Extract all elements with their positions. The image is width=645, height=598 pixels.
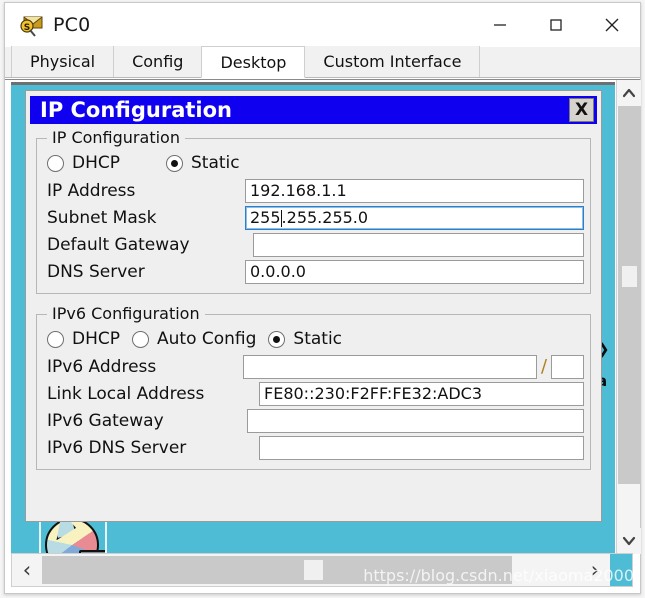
scroll-right-arrow-icon[interactable]: ›: [580, 554, 610, 586]
vertical-scroll-grip: [622, 266, 637, 287]
ipv4-dhcp-label[interactable]: DHCP: [72, 153, 120, 173]
subnet-mask-input[interactable]: 255.255.255.0: [245, 205, 584, 230]
horizontal-scroll-grip: [304, 560, 323, 580]
ipv6-address-input[interactable]: [243, 354, 538, 379]
ip-address-row: IP Address 192.168.1.1: [43, 177, 584, 204]
maximize-button[interactable]: [528, 3, 584, 47]
text-cursor: [280, 210, 282, 227]
ipv6-dhcp-label[interactable]: DHCP: [72, 329, 120, 349]
svg-text:S: S: [24, 23, 30, 33]
ipv6-gateway-label: IPv6 Gateway: [47, 410, 164, 431]
ipv6-group-title: IPv6 Configuration: [47, 304, 205, 323]
ipv4-group: IP Configuration DHCP Static IP Address …: [36, 128, 591, 294]
tab-desktop[interactable]: Desktop: [201, 46, 306, 78]
ipv6-auto-config-radio[interactable]: [132, 330, 149, 348]
link-local-address-row: Link Local Address FE80::230:F2FF:FE32:A…: [43, 380, 584, 407]
window-title: PC0: [53, 14, 91, 36]
ipv6-address-label: IPv6 Address: [47, 356, 157, 377]
window-titlebar: S PC0: [5, 3, 640, 47]
tab-bar: Physical Config Desktop Custom Interface: [5, 46, 640, 78]
app-root: S PC0 Physical Config Desktop Custom Int…: [0, 0, 645, 598]
ipv4-static-radio[interactable]: [166, 154, 183, 172]
default-gateway-label: Default Gateway: [47, 234, 190, 255]
ipv6-dns-server-input[interactable]: [259, 435, 584, 460]
ipv4-dhcp-radio[interactable]: [47, 154, 64, 172]
pc-desktop: Dialer Editor Firewall ❯ a IP Configurat…: [11, 82, 615, 556]
tab-physical[interactable]: Physical: [11, 46, 115, 77]
ipv6-dhcp-radio[interactable]: [47, 330, 64, 348]
scroll-left-arrow-icon[interactable]: ‹: [12, 554, 42, 586]
ipv4-mode-row: DHCP Static: [43, 149, 584, 177]
ipv4-group-title: IP Configuration: [47, 128, 185, 147]
ipv6-auto-config-label[interactable]: Auto Config: [157, 329, 256, 349]
pc-window: S PC0 Physical Config Desktop Custom Int…: [4, 2, 641, 594]
scroll-down-arrow-icon[interactable]: [617, 528, 641, 554]
window-controls: [472, 3, 640, 47]
vertical-scroll-thumb[interactable]: [618, 106, 641, 484]
desktop-content-frame: Dialer Editor Firewall ❯ a IP Configurat…: [5, 79, 641, 593]
ipv6-gateway-input[interactable]: [247, 408, 584, 433]
vertical-scrollbar[interactable]: [616, 80, 641, 554]
dns-server-input[interactable]: 0.0.0.0: [245, 259, 584, 284]
scrollbar-corner: [610, 554, 632, 586]
close-button[interactable]: [584, 3, 640, 47]
ip-address-input[interactable]: 192.168.1.1: [245, 178, 584, 203]
default-gateway-input[interactable]: [253, 232, 584, 257]
ipv6-prefix-input[interactable]: [551, 354, 584, 379]
ipv4-static-label[interactable]: Static: [191, 153, 240, 173]
dns-server-label: DNS Server: [47, 261, 145, 282]
subnet-mask-label: Subnet Mask: [47, 207, 157, 228]
ipv6-gateway-row: IPv6 Gateway: [43, 407, 584, 434]
tab-custom-interface[interactable]: Custom Interface: [304, 46, 481, 77]
link-local-address-label: Link Local Address: [47, 383, 205, 404]
subnet-mask-value: 255.255.255.0: [250, 208, 369, 227]
minimize-button[interactable]: [472, 3, 528, 47]
ipv6-dns-server-row: IPv6 DNS Server: [43, 434, 584, 461]
ip-config-close-button[interactable]: X: [569, 98, 594, 122]
link-local-address-input[interactable]: FE80::230:F2FF:FE32:ADC3: [259, 381, 584, 406]
ipv6-group: IPv6 Configuration DHCP Auto Config Stat…: [36, 304, 591, 470]
subnet-mask-row: Subnet Mask 255.255.255.0: [43, 204, 584, 231]
ip-config-titlebar: IP Configuration X: [30, 96, 597, 124]
horizontal-scrollbar[interactable]: ‹ ›: [11, 553, 633, 587]
ipv6-static-label[interactable]: Static: [293, 329, 342, 349]
ipv6-dns-server-label: IPv6 DNS Server: [47, 437, 187, 458]
scroll-up-arrow-icon[interactable]: [617, 80, 641, 106]
packet-tracer-icon: S: [19, 12, 45, 38]
ipv6-static-radio[interactable]: [268, 330, 286, 348]
ip-config-title: IP Configuration: [40, 98, 232, 122]
default-gateway-row: Default Gateway: [43, 231, 584, 258]
dns-server-row: DNS Server 0.0.0.0: [43, 258, 584, 285]
desktop-top-strip: [11, 82, 615, 85]
tab-config[interactable]: Config: [113, 46, 203, 77]
ip-address-label: IP Address: [47, 180, 136, 201]
ipv6-address-row: IPv6 Address /: [43, 353, 584, 380]
ip-configuration-dialog: IP Configuration X IP Configuration DHCP…: [25, 90, 602, 522]
horizontal-scroll-thumb[interactable]: [42, 556, 512, 584]
ipv6-mode-row: DHCP Auto Config Static: [43, 325, 584, 353]
ipv6-prefix-separator: /: [541, 356, 548, 377]
